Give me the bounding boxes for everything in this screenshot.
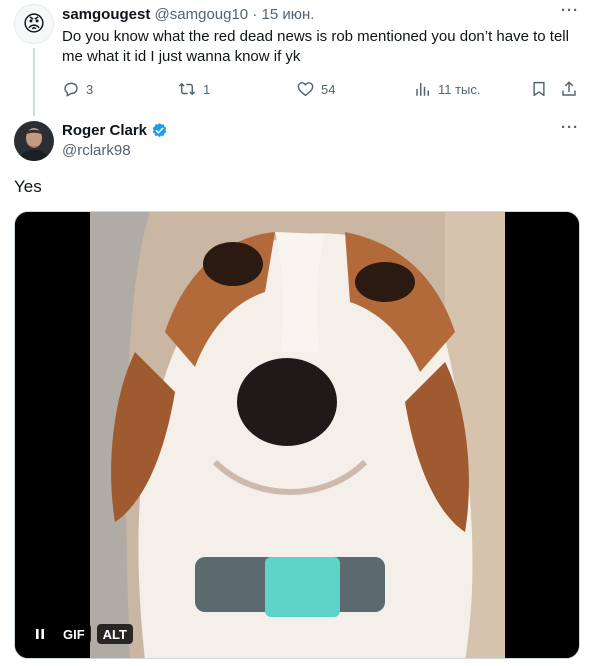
avatar[interactable] — [14, 121, 54, 161]
author-name[interactable]: Roger Clark — [62, 122, 147, 139]
pause-icon — [36, 629, 44, 639]
author-handle[interactable]: @samgoug10 — [155, 6, 249, 23]
retweet-count: 1 — [203, 81, 211, 97]
like-icon — [297, 82, 314, 97]
alt-badge[interactable]: ALT — [96, 624, 133, 644]
avatar-emoji: 😡 — [22, 11, 46, 36]
reply-button[interactable]: 3 — [62, 78, 93, 100]
gif-media[interactable]: GIF ALT — [14, 211, 580, 659]
tweet-text: Do you know what the red dead news is ro… — [62, 28, 569, 65]
avatar-photo — [14, 121, 54, 161]
media-badges: GIF ALT — [29, 624, 133, 644]
views-icon — [416, 83, 429, 96]
gif-badge: GIF — [57, 624, 91, 644]
like-count: 54 — [321, 81, 336, 97]
more-icon[interactable]: ··· — [561, 2, 579, 19]
views-count: 11 тыс. — [438, 81, 481, 97]
bookmark-button[interactable] — [530, 78, 548, 100]
retweet-icon — [178, 82, 196, 96]
tweet-header: Roger Clark — [62, 122, 168, 139]
author-name[interactable]: samgougest — [62, 6, 150, 23]
tweet-text: Yes — [14, 177, 42, 196]
gif-frame — [15, 212, 579, 658]
thread-connector-line — [33, 48, 35, 116]
avatar[interactable]: 😡 — [14, 4, 54, 44]
share-button[interactable] — [560, 78, 578, 100]
bookmark-icon — [533, 81, 545, 97]
like-button[interactable]: 54 — [296, 78, 335, 100]
retweet-button[interactable]: 1 — [177, 78, 210, 100]
share-icon — [562, 81, 576, 96]
reply-count: 3 — [86, 81, 94, 97]
tweet-actions-bar: 3 1 54 11 тыс. — [62, 78, 582, 100]
pause-button[interactable] — [29, 624, 51, 644]
author-handle[interactable]: @rclark98 — [62, 142, 131, 159]
separator-dot: · — [252, 6, 258, 23]
verified-badge-icon[interactable] — [151, 122, 168, 139]
views-button[interactable]: 11 тыс. — [414, 78, 481, 100]
reply-icon — [64, 82, 78, 97]
tweet-date[interactable]: 15 июн. — [262, 6, 315, 23]
tweet-header: samgougest @samgoug10 · 15 июн. — [62, 6, 314, 23]
more-icon[interactable]: ··· — [561, 119, 579, 136]
